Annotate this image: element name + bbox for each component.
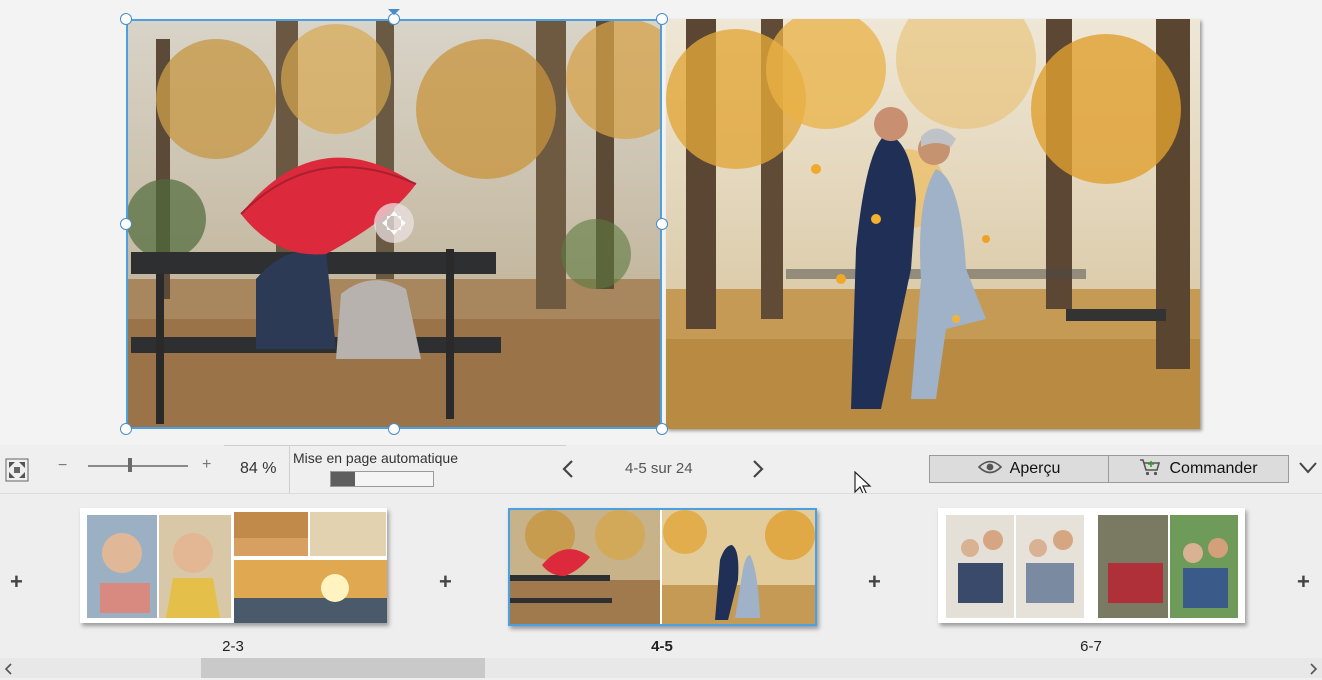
kissing-couple-photo (666, 19, 1200, 429)
right-page-photo[interactable] (666, 19, 1200, 429)
page-thumbnail-4-5[interactable] (508, 508, 817, 626)
eye-icon (977, 460, 1002, 479)
add-page-button[interactable]: + (1297, 569, 1310, 595)
resize-handle-left[interactable] (120, 218, 132, 230)
add-page-button[interactable]: + (10, 569, 23, 595)
scrollbar-thumb[interactable] (201, 658, 485, 678)
fit-to-screen-icon[interactable] (5, 458, 29, 482)
horizontal-scrollbar[interactable] (0, 658, 1322, 678)
preview-button-label: Aperçu (1009, 460, 1061, 477)
scroll-left-icon[interactable] (3, 662, 15, 675)
zoom-slider-thumb[interactable] (128, 458, 132, 472)
auto-layout-progress (330, 471, 434, 487)
zoom-in-button[interactable]: + (202, 456, 211, 474)
auto-layout-label: Mise en page automatique (293, 450, 458, 466)
cart-icon (1139, 458, 1161, 481)
resize-handle-right[interactable] (656, 218, 668, 230)
zoom-out-button[interactable]: − (58, 457, 67, 475)
preview-button[interactable]: Aperçu (929, 455, 1109, 483)
add-page-button[interactable]: + (439, 569, 452, 595)
zoom-slider-track[interactable] (88, 465, 188, 467)
expand-chevron-down-icon[interactable] (1298, 460, 1318, 476)
auto-layout-progress-fill (331, 472, 355, 486)
toolbar-divider (289, 445, 290, 493)
page-thumbnail-6-7[interactable] (938, 508, 1245, 623)
page-thumbnail-2-3[interactable] (80, 508, 387, 623)
thumbnail-label-6-7: 6-7 (1080, 638, 1102, 655)
resize-handle-bottom[interactable] (388, 423, 400, 435)
thumbnail-2-3-image (80, 508, 387, 623)
page-indicator: 4-5 sur 24 (625, 460, 693, 477)
rotate-handle-icon[interactable] (387, 3, 401, 15)
resize-handle-top-left[interactable] (120, 13, 132, 25)
thumbnail-4-5-image (510, 510, 815, 624)
order-button[interactable]: Commander (1108, 455, 1289, 483)
resize-handle-bottom-right[interactable] (656, 423, 668, 435)
scroll-right-icon[interactable] (1307, 662, 1319, 675)
move-photo-icon[interactable] (374, 203, 414, 243)
thumbnail-label-4-5: 4-5 (651, 638, 673, 655)
resize-handle-top-right[interactable] (656, 13, 668, 25)
resize-handle-bottom-left[interactable] (120, 423, 132, 435)
add-page-button[interactable]: + (868, 569, 881, 595)
thumbnail-label-2-3: 2-3 (222, 638, 244, 655)
zoom-value: 84 % (240, 460, 277, 477)
toolbar-top-line (224, 445, 566, 446)
next-page-icon[interactable] (750, 459, 766, 479)
order-button-label: Commander (1169, 460, 1258, 477)
previous-page-icon[interactable] (560, 459, 576, 479)
thumbnail-6-7-image (938, 508, 1245, 623)
